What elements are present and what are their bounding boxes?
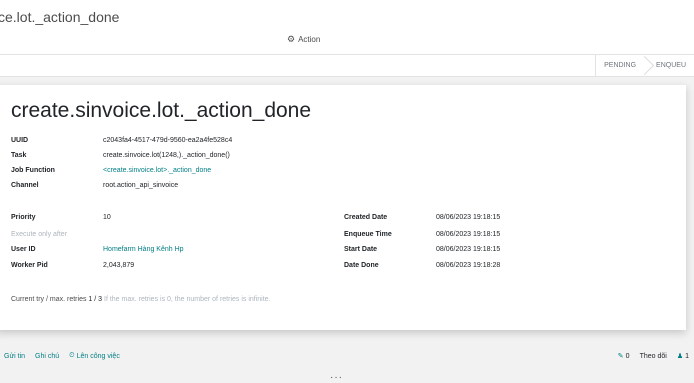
attachments-count: 0 [625,352,630,360]
field-value-start-date: 08/06/2023 19:18:15 [436,246,501,253]
clock-icon: ⏲ [69,352,75,359]
field-label-user-id: User ID [11,246,36,253]
status-bar: PENDING ENQUEU [595,55,694,76]
field-label-worker-pid: Worker Pid [11,262,48,269]
paperclip-icon: ✎ [617,353,624,360]
field-label-job-function: Job Function [11,167,55,174]
status-pending-label: PENDING [604,62,637,69]
field-label-uuid: UUID [11,137,29,144]
field-label-execute-after: Execute only after [11,231,68,238]
field-value-uuid: c2043fa4-4517-479d-9560-ea2a4fe528c4 [103,137,233,144]
status-pending[interactable]: PENDING [596,55,655,76]
status-enqueued-label: ENQUEU [656,62,686,69]
attachments-button[interactable]: ✎ 0 [617,352,630,361]
log-note-label: Ghi chú [35,352,60,360]
field-value-user-id[interactable]: Homefarm Hàng Kênh Hp [103,246,184,253]
more-icon[interactable]: ··· [330,372,343,383]
field-value-job-function[interactable]: <create.sinvoice.lot>._action_done [103,167,211,174]
followers-count: 1 [685,352,689,360]
status-enqueued[interactable]: ENQUEU [648,55,694,76]
field-label-enqueue-time: Enqueue Time [344,231,392,238]
send-message-label: Gửi tin [4,352,26,360]
field-value-date-done: 08/06/2023 19:18:28 [436,262,501,269]
field-value-created-date: 08/06/2023 19:18:15 [436,214,501,221]
field-value-enqueue-time: 08/06/2023 19:18:15 [436,231,501,238]
field-label-created-date: Created Date [344,214,388,221]
retry-hint: If the max. retries is 0, the number of … [104,296,271,303]
user-icon: ♟ [676,353,684,360]
schedule-activity-button[interactable]: ⏲ Lên công việc [69,352,120,360]
field-value-channel: root.action_api_sinvoice [103,182,179,189]
field-label-start-date: Start Date [344,246,378,253]
breadcrumb-bar: ce.lot._action_done [0,0,694,30]
field-value-task: create.sinvoice.lot(1248,)._action_done(… [103,152,230,159]
retry-count: 1 / 3 [88,296,103,303]
field-value-worker-pid: 2,043,879 [103,262,135,269]
chatter-toolbar: Gửi tin Ghi chú ⏲ Lên công việc ✎ 0 Theo… [0,350,694,364]
retry-info: Current try / max. retries 1 / 3 If the … [11,296,271,303]
action-toolbar: ⚙ Action [0,30,694,55]
log-note-button[interactable]: Ghi chú [35,352,59,360]
action-button[interactable]: ⚙ Action [287,34,320,45]
retry-label: Current try / max. retries [11,296,87,303]
follow-button[interactable]: Theo dõi [640,353,667,360]
field-label-date-done: Date Done [344,262,379,269]
follow-label: Theo dõi [639,352,667,360]
status-row: PENDING ENQUEU [0,55,694,77]
field-label-channel: Channel [11,182,39,189]
form-sheet: create.sinvoice.lot._action_done UUID c2… [0,85,686,330]
field-label-priority: Priority [11,214,36,221]
page-title: create.sinvoice.lot._action_done [11,99,312,122]
gear-icon: ⚙ [287,34,296,44]
breadcrumb[interactable]: ce.lot._action_done [0,9,119,25]
followers-button[interactable]: ♟ 1 [676,352,689,361]
field-value-priority: 10 [103,214,111,221]
send-message-button[interactable]: Gửi tin [4,352,25,360]
action-button-label: Action [298,35,321,44]
field-label-task: Task [11,152,27,159]
schedule-activity-label: Lên công việc [76,352,120,360]
